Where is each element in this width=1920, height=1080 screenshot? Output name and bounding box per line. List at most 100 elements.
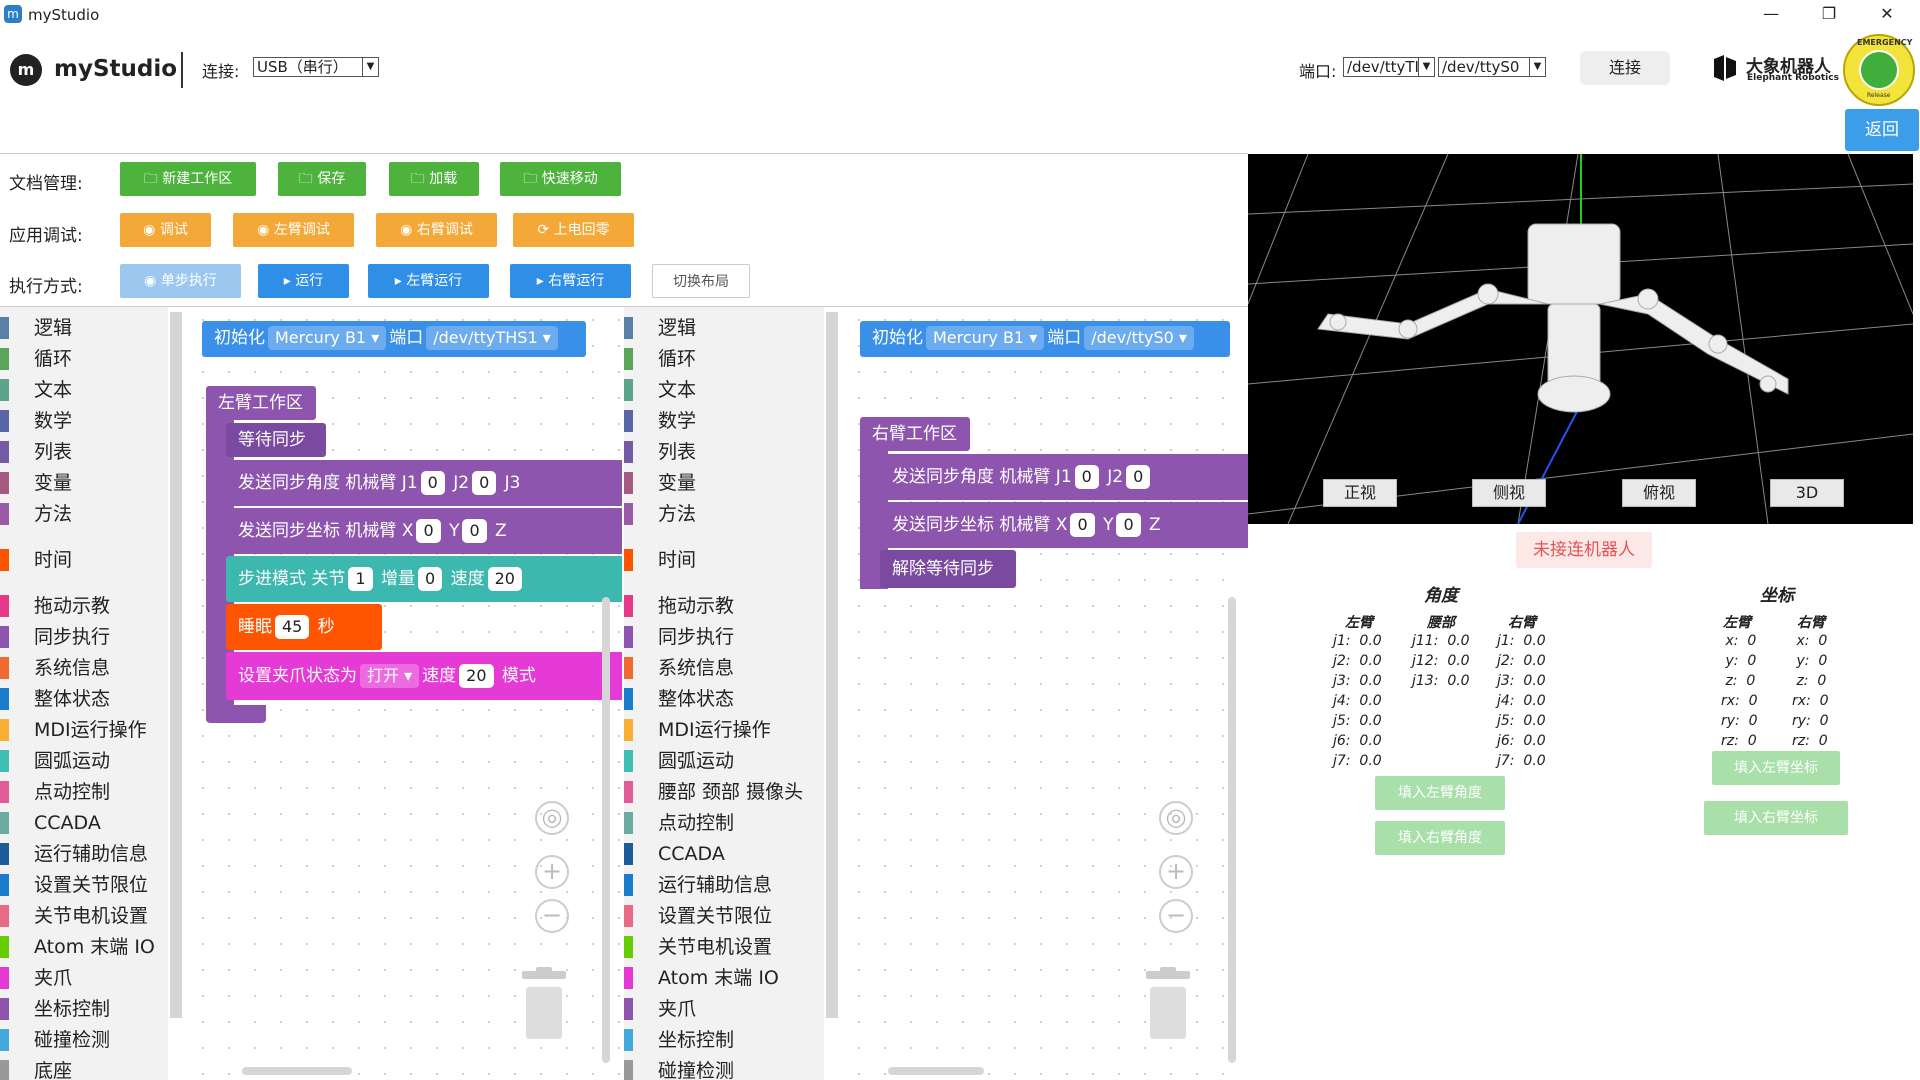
- category-item[interactable]: 夹爪: [0, 963, 160, 993]
- category-item[interactable]: 圆弧运动: [0, 746, 160, 776]
- category-item[interactable]: 逻辑: [0, 313, 160, 343]
- top-view-button[interactable]: 俯视: [1622, 479, 1696, 507]
- j1-input[interactable]: 0: [1074, 465, 1099, 489]
- zoom-in-icon[interactable]: +: [1159, 855, 1193, 889]
- load-button[interactable]: 🗀 加载: [389, 162, 479, 196]
- category-item[interactable]: 关节电机设置: [624, 932, 784, 962]
- category-item[interactable]: CCADA: [0, 808, 160, 838]
- recenter-icon[interactable]: ◎: [535, 801, 569, 835]
- category-item[interactable]: 整体状态: [624, 684, 784, 714]
- right-workspace-hscroll[interactable]: [888, 1067, 984, 1075]
- category-item[interactable]: 运行辅助信息: [0, 839, 160, 869]
- left-workspace-vscroll[interactable]: [602, 597, 610, 1063]
- left-workspace[interactable]: 初始化 Mercury B1 ▾ 端口/dev/ttyTHS1 ▾ 左臂工作区 等待…: [190, 307, 622, 1080]
- close-icon[interactable]: ✕: [1858, 0, 1916, 30]
- gripper-speed-input[interactable]: 20: [459, 664, 494, 688]
- right-workspace[interactable]: 初始化 Mercury B1 ▾ 端口/dev/ttyS0 ▾ 右臂工作区 发送同步…: [846, 307, 1248, 1080]
- category-item[interactable]: 循环: [0, 344, 160, 374]
- send-sync-coord-block[interactable]: 发送同步坐标 机械臂 X0 Y0 Z: [880, 502, 1248, 548]
- port-dropdown[interactable]: /dev/ttyS0 ▾: [1084, 326, 1194, 350]
- zoom-out-icon[interactable]: −: [535, 899, 569, 933]
- right-arm-workspace-block[interactable]: 右臂工作区: [860, 417, 970, 451]
- left-arm-run-button[interactable]: ▸ 左臂运行: [368, 264, 489, 298]
- trash-icon[interactable]: [1144, 967, 1192, 1041]
- category-item[interactable]: 循环: [624, 344, 784, 374]
- run-button[interactable]: ▸ 运行: [258, 264, 349, 298]
- category-item[interactable]: 列表: [624, 437, 784, 467]
- back-button[interactable]: 返回: [1845, 109, 1919, 151]
- init-block-left[interactable]: 初始化 Mercury B1 ▾ 端口/dev/ttyTHS1 ▾: [202, 321, 586, 357]
- zoom-out-icon[interactable]: −: [1159, 899, 1193, 933]
- category-item[interactable]: 变量: [0, 468, 160, 498]
- left-workspace-hscroll[interactable]: [242, 1067, 352, 1075]
- category-item[interactable]: 同步执行: [624, 622, 784, 652]
- category-item[interactable]: 腰部 颈部 摄像头: [624, 777, 803, 807]
- set-gripper-block[interactable]: 设置夹爪状态为 打开 ▾ 速度 20 模式: [226, 652, 622, 700]
- fill-right-angle-button[interactable]: 填入右臂角度: [1375, 821, 1505, 855]
- category-item[interactable]: 运行辅助信息: [624, 870, 784, 900]
- release-sync-block[interactable]: 解除等待同步: [880, 550, 1016, 588]
- category-item[interactable]: Atom 末端 IO: [0, 932, 160, 962]
- right-arm-debug-button[interactable]: ◉ 右臂调试: [376, 213, 497, 247]
- fill-left-angle-button[interactable]: 填入左臂角度: [1375, 776, 1505, 810]
- side-view-button[interactable]: 侧视: [1472, 479, 1546, 507]
- category-item[interactable]: 坐标控制: [0, 994, 160, 1024]
- sleep-input[interactable]: 45: [275, 615, 310, 639]
- gripper-state-dropdown[interactable]: 打开 ▾: [360, 664, 420, 688]
- y-input[interactable]: 0: [1116, 513, 1141, 537]
- category-item[interactable]: 文本: [0, 375, 160, 405]
- save-button[interactable]: 🗀 保存: [278, 162, 366, 196]
- category-item[interactable]: 方法: [624, 499, 784, 529]
- category-item[interactable]: 关节电机设置: [0, 901, 160, 931]
- j1-input[interactable]: 0: [420, 471, 445, 495]
- increment-input[interactable]: 0: [418, 567, 443, 591]
- port-select-2[interactable]: /dev/ttyS0 ▼: [1438, 57, 1546, 77]
- port-select-1[interactable]: /dev/ttyTI ▼: [1343, 57, 1435, 77]
- category-item[interactable]: 坐标控制: [624, 1025, 784, 1055]
- debug-button[interactable]: ◉ 调试: [120, 213, 211, 247]
- category-item[interactable]: 碰撞检测: [0, 1025, 160, 1055]
- left-arm-debug-button[interactable]: ◉ 左臂调试: [233, 213, 354, 247]
- category-item[interactable]: 逻辑: [624, 313, 784, 343]
- send-sync-coord-block[interactable]: 发送同步坐标 机械臂 X0 Y0 Z: [226, 508, 622, 554]
- send-sync-angle-block[interactable]: 发送同步角度 机械臂 J1 0 J2 0: [880, 454, 1248, 500]
- send-sync-angle-block[interactable]: 发送同步角度 机械臂 J1 0 J2 0 J3: [226, 460, 622, 506]
- category-item[interactable]: 点动控制: [624, 808, 784, 838]
- restore-icon[interactable]: ❐: [1800, 0, 1858, 30]
- 3d-view-button[interactable]: 3D: [1770, 479, 1844, 507]
- j2-input[interactable]: 0: [472, 471, 497, 495]
- right-category-scrollbar[interactable]: [826, 312, 838, 1018]
- port-dropdown[interactable]: /dev/ttyTHS1 ▾: [426, 326, 558, 350]
- category-item[interactable]: 拖动示教: [624, 591, 784, 621]
- quick-move-button[interactable]: 🗀 快速移动: [500, 162, 621, 196]
- category-item[interactable]: 设置关节限位: [624, 901, 784, 931]
- category-item[interactable]: 夹爪: [624, 994, 784, 1024]
- step-exec-button[interactable]: ◉ 单步执行: [120, 264, 241, 298]
- trash-icon[interactable]: [520, 967, 568, 1041]
- category-item[interactable]: 列表: [0, 437, 160, 467]
- recenter-icon[interactable]: ◎: [1159, 801, 1193, 835]
- category-item[interactable]: 方法: [0, 499, 160, 529]
- minimize-icon[interactable]: —: [1742, 0, 1800, 30]
- x-input[interactable]: 0: [1070, 513, 1095, 537]
- j2-input[interactable]: 0: [1126, 465, 1151, 489]
- category-item[interactable]: 整体状态: [0, 684, 160, 714]
- category-item[interactable]: 系统信息: [0, 653, 160, 683]
- category-item[interactable]: 系统信息: [624, 653, 784, 683]
- category-item[interactable]: 点动控制: [0, 777, 160, 807]
- new-workspace-button[interactable]: 🗀 新建工作区: [120, 162, 256, 196]
- category-item[interactable]: MDI运行操作: [0, 715, 160, 745]
- fill-left-coord-button[interactable]: 填入左臂坐标: [1712, 751, 1840, 785]
- category-item[interactable]: 碰撞检测: [624, 1056, 784, 1080]
- category-item[interactable]: 变量: [624, 468, 784, 498]
- left-category-scrollbar[interactable]: [170, 312, 182, 1018]
- category-item[interactable]: CCADA: [624, 839, 784, 869]
- category-item[interactable]: MDI运行操作: [624, 715, 784, 745]
- connect-button[interactable]: 连接: [1580, 51, 1670, 85]
- front-view-button[interactable]: 正视: [1323, 479, 1397, 507]
- y-input[interactable]: 0: [462, 519, 487, 543]
- category-item[interactable]: 同步执行: [0, 622, 160, 652]
- step-mode-block[interactable]: 步进模式 关节 1 增量 0 速度 20: [226, 556, 622, 602]
- category-item[interactable]: 时间: [624, 545, 784, 575]
- emergency-stop-button[interactable]: EMERGENCY Release: [1843, 34, 1915, 106]
